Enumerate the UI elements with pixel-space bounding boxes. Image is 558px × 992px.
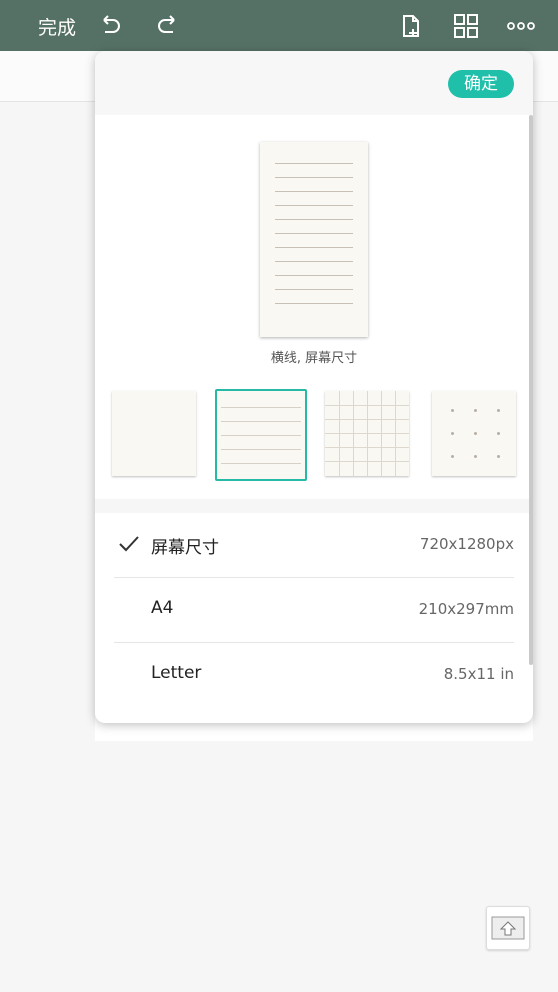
add-page-icon[interactable]: [396, 12, 424, 40]
done-button[interactable]: 完成: [38, 13, 76, 40]
confirm-button[interactable]: 确定: [448, 70, 514, 98]
paper-template-popup: 确定 横线, 屏幕尺寸 屏幕尺寸 720x1280px A4 210x297mm…: [95, 51, 533, 723]
size-name: 屏幕尺寸: [151, 538, 219, 558]
section-divider: [95, 499, 533, 513]
scrollbar[interactable]: [529, 115, 533, 665]
template-blank[interactable]: [112, 391, 196, 476]
size-row-a4[interactable]: A4 210x297mm: [114, 578, 514, 643]
size-dimension: 720x1280px: [419, 535, 514, 553]
template-dotted[interactable]: [432, 391, 516, 476]
check-icon: [119, 536, 139, 552]
size-dimension: 210x297mm: [418, 600, 514, 618]
scroll-to-top-button[interactable]: [486, 906, 530, 950]
size-name: A4: [151, 598, 174, 618]
template-lined[interactable]: [215, 389, 307, 481]
template-preview: [260, 142, 368, 337]
arrow-up-icon: [491, 916, 525, 940]
redo-icon[interactable]: [153, 12, 181, 40]
size-dimension: 8.5x11 in: [443, 665, 514, 683]
grid-view-icon[interactable]: [452, 12, 480, 40]
undo-icon[interactable]: [97, 12, 125, 40]
size-row-screen[interactable]: 屏幕尺寸 720x1280px: [114, 513, 514, 578]
size-name: Letter: [151, 663, 202, 683]
preview-caption: 横线, 屏幕尺寸: [270, 351, 358, 366]
template-grid[interactable]: [325, 391, 409, 476]
more-icon[interactable]: [506, 12, 536, 40]
size-row-letter[interactable]: Letter 8.5x11 in: [114, 643, 514, 708]
top-toolbar: 完成: [0, 0, 558, 51]
popup-header: 确定: [95, 51, 533, 115]
